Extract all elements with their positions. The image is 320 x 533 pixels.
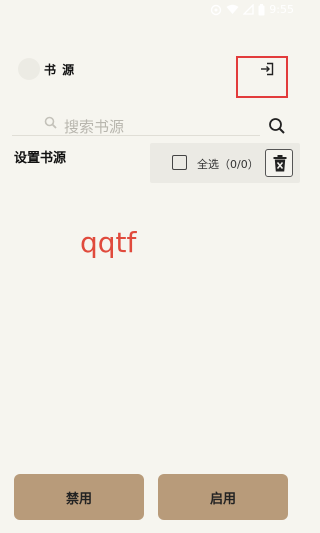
search-hint-icon (44, 116, 57, 129)
settings-icon (211, 4, 222, 15)
status-bar: 9:55 (0, 0, 300, 22)
page-title: 书 源 (44, 63, 76, 77)
status-time: 9:55 (269, 3, 294, 16)
import-button[interactable] (236, 56, 288, 98)
selection-toolbar: 全选（0/0） (150, 143, 300, 183)
status-icons: 9:55 (210, 3, 294, 16)
wifi-icon (226, 4, 239, 14)
select-all-label[interactable]: 全选（0/0） (197, 156, 259, 172)
section-title: 设置书源 (14, 151, 67, 166)
delete-icon (273, 155, 287, 172)
search-input[interactable]: 搜索书源 (12, 110, 260, 136)
disable-button[interactable]: 禁用 (14, 474, 144, 520)
import-icon (261, 62, 274, 76)
search-placeholder: 搜索书源 (64, 118, 125, 136)
delete-button[interactable] (265, 149, 293, 177)
enable-button[interactable]: 启用 (158, 474, 288, 520)
app-header: 书 源 (18, 56, 288, 98)
select-all-checkbox[interactable] (172, 155, 187, 170)
overlay-text: qqtf (80, 226, 137, 259)
signal-icon (243, 4, 254, 15)
back-button[interactable] (18, 58, 40, 80)
search-icon[interactable] (268, 117, 286, 135)
battery-icon (258, 3, 265, 15)
